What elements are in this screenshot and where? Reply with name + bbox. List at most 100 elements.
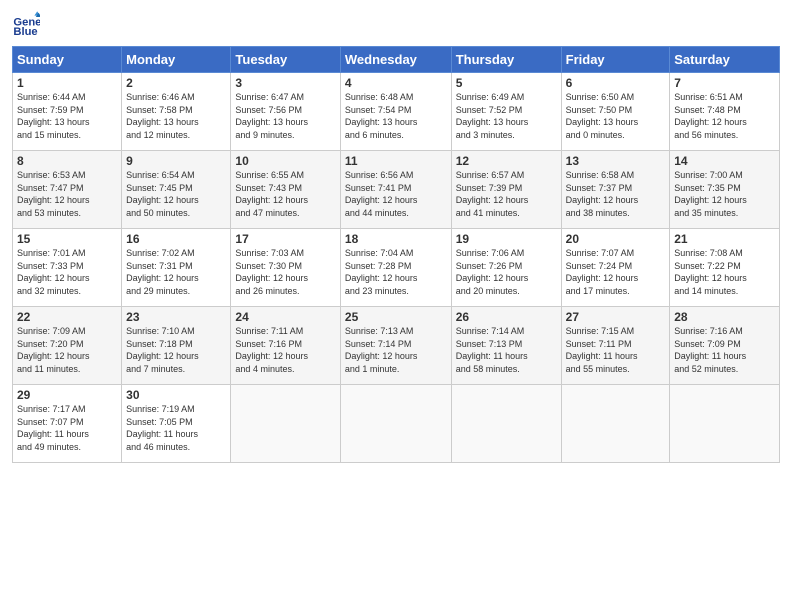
col-header-monday: Monday — [122, 47, 231, 73]
day-info: Sunrise: 7:00 AM Sunset: 7:35 PM Dayligh… — [674, 169, 775, 219]
col-header-wednesday: Wednesday — [340, 47, 451, 73]
day-cell: 26Sunrise: 7:14 AM Sunset: 7:13 PM Dayli… — [451, 307, 561, 385]
svg-text:Blue: Blue — [13, 26, 37, 38]
day-info: Sunrise: 7:04 AM Sunset: 7:28 PM Dayligh… — [345, 247, 447, 297]
day-number: 26 — [456, 310, 557, 324]
day-info: Sunrise: 7:19 AM Sunset: 7:05 PM Dayligh… — [126, 403, 226, 453]
logo: General Blue — [12, 10, 43, 38]
day-info: Sunrise: 6:49 AM Sunset: 7:52 PM Dayligh… — [456, 91, 557, 141]
day-number: 18 — [345, 232, 447, 246]
logo-icon: General Blue — [12, 10, 40, 38]
day-cell: 27Sunrise: 7:15 AM Sunset: 7:11 PM Dayli… — [561, 307, 670, 385]
day-info: Sunrise: 7:13 AM Sunset: 7:14 PM Dayligh… — [345, 325, 447, 375]
day-info: Sunrise: 7:11 AM Sunset: 7:16 PM Dayligh… — [235, 325, 335, 375]
day-number: 4 — [345, 76, 447, 90]
day-info: Sunrise: 6:58 AM Sunset: 7:37 PM Dayligh… — [566, 169, 666, 219]
day-cell: 1Sunrise: 6:44 AM Sunset: 7:59 PM Daylig… — [13, 73, 122, 151]
day-cell: 9Sunrise: 6:54 AM Sunset: 7:45 PM Daylig… — [122, 151, 231, 229]
day-cell — [340, 385, 451, 463]
week-row-2: 8Sunrise: 6:53 AM Sunset: 7:47 PM Daylig… — [13, 151, 780, 229]
day-cell: 23Sunrise: 7:10 AM Sunset: 7:18 PM Dayli… — [122, 307, 231, 385]
day-info: Sunrise: 6:57 AM Sunset: 7:39 PM Dayligh… — [456, 169, 557, 219]
day-info: Sunrise: 7:17 AM Sunset: 7:07 PM Dayligh… — [17, 403, 117, 453]
day-number: 2 — [126, 76, 226, 90]
day-cell: 3Sunrise: 6:47 AM Sunset: 7:56 PM Daylig… — [231, 73, 340, 151]
day-cell: 17Sunrise: 7:03 AM Sunset: 7:30 PM Dayli… — [231, 229, 340, 307]
day-info: Sunrise: 6:50 AM Sunset: 7:50 PM Dayligh… — [566, 91, 666, 141]
day-number: 17 — [235, 232, 335, 246]
day-number: 12 — [456, 154, 557, 168]
day-number: 11 — [345, 154, 447, 168]
calendar-table: SundayMondayTuesdayWednesdayThursdayFrid… — [12, 46, 780, 463]
day-cell: 22Sunrise: 7:09 AM Sunset: 7:20 PM Dayli… — [13, 307, 122, 385]
day-info: Sunrise: 7:07 AM Sunset: 7:24 PM Dayligh… — [566, 247, 666, 297]
day-info: Sunrise: 7:06 AM Sunset: 7:26 PM Dayligh… — [456, 247, 557, 297]
day-number: 10 — [235, 154, 335, 168]
day-number: 1 — [17, 76, 117, 90]
day-cell: 20Sunrise: 7:07 AM Sunset: 7:24 PM Dayli… — [561, 229, 670, 307]
day-info: Sunrise: 7:09 AM Sunset: 7:20 PM Dayligh… — [17, 325, 117, 375]
col-header-tuesday: Tuesday — [231, 47, 340, 73]
day-cell: 10Sunrise: 6:55 AM Sunset: 7:43 PM Dayli… — [231, 151, 340, 229]
day-number: 7 — [674, 76, 775, 90]
day-number: 28 — [674, 310, 775, 324]
day-cell: 21Sunrise: 7:08 AM Sunset: 7:22 PM Dayli… — [670, 229, 780, 307]
col-header-friday: Friday — [561, 47, 670, 73]
day-cell — [451, 385, 561, 463]
day-number: 22 — [17, 310, 117, 324]
day-cell: 5Sunrise: 6:49 AM Sunset: 7:52 PM Daylig… — [451, 73, 561, 151]
day-number: 25 — [345, 310, 447, 324]
day-number: 14 — [674, 154, 775, 168]
day-info: Sunrise: 7:01 AM Sunset: 7:33 PM Dayligh… — [17, 247, 117, 297]
day-cell: 30Sunrise: 7:19 AM Sunset: 7:05 PM Dayli… — [122, 385, 231, 463]
day-cell — [670, 385, 780, 463]
day-number: 30 — [126, 388, 226, 402]
calendar-container: General Blue SundayMondayTuesdayWednesda… — [0, 0, 792, 612]
day-cell: 6Sunrise: 6:50 AM Sunset: 7:50 PM Daylig… — [561, 73, 670, 151]
day-cell: 7Sunrise: 6:51 AM Sunset: 7:48 PM Daylig… — [670, 73, 780, 151]
day-cell — [561, 385, 670, 463]
day-number: 20 — [566, 232, 666, 246]
day-info: Sunrise: 6:48 AM Sunset: 7:54 PM Dayligh… — [345, 91, 447, 141]
day-number: 6 — [566, 76, 666, 90]
col-header-sunday: Sunday — [13, 47, 122, 73]
day-cell: 18Sunrise: 7:04 AM Sunset: 7:28 PM Dayli… — [340, 229, 451, 307]
day-cell: 11Sunrise: 6:56 AM Sunset: 7:41 PM Dayli… — [340, 151, 451, 229]
day-info: Sunrise: 6:51 AM Sunset: 7:48 PM Dayligh… — [674, 91, 775, 141]
day-number: 29 — [17, 388, 117, 402]
col-header-thursday: Thursday — [451, 47, 561, 73]
day-info: Sunrise: 7:02 AM Sunset: 7:31 PM Dayligh… — [126, 247, 226, 297]
week-row-1: 1Sunrise: 6:44 AM Sunset: 7:59 PM Daylig… — [13, 73, 780, 151]
day-number: 27 — [566, 310, 666, 324]
day-cell: 12Sunrise: 6:57 AM Sunset: 7:39 PM Dayli… — [451, 151, 561, 229]
day-number: 19 — [456, 232, 557, 246]
day-number: 3 — [235, 76, 335, 90]
day-info: Sunrise: 6:44 AM Sunset: 7:59 PM Dayligh… — [17, 91, 117, 141]
day-info: Sunrise: 7:08 AM Sunset: 7:22 PM Dayligh… — [674, 247, 775, 297]
day-info: Sunrise: 6:56 AM Sunset: 7:41 PM Dayligh… — [345, 169, 447, 219]
day-cell: 24Sunrise: 7:11 AM Sunset: 7:16 PM Dayli… — [231, 307, 340, 385]
day-cell: 14Sunrise: 7:00 AM Sunset: 7:35 PM Dayli… — [670, 151, 780, 229]
day-info: Sunrise: 6:55 AM Sunset: 7:43 PM Dayligh… — [235, 169, 335, 219]
week-row-5: 29Sunrise: 7:17 AM Sunset: 7:07 PM Dayli… — [13, 385, 780, 463]
day-info: Sunrise: 6:46 AM Sunset: 7:58 PM Dayligh… — [126, 91, 226, 141]
day-cell: 8Sunrise: 6:53 AM Sunset: 7:47 PM Daylig… — [13, 151, 122, 229]
day-cell: 2Sunrise: 6:46 AM Sunset: 7:58 PM Daylig… — [122, 73, 231, 151]
day-info: Sunrise: 7:14 AM Sunset: 7:13 PM Dayligh… — [456, 325, 557, 375]
day-number: 9 — [126, 154, 226, 168]
day-number: 5 — [456, 76, 557, 90]
day-number: 24 — [235, 310, 335, 324]
day-info: Sunrise: 7:16 AM Sunset: 7:09 PM Dayligh… — [674, 325, 775, 375]
day-cell: 4Sunrise: 6:48 AM Sunset: 7:54 PM Daylig… — [340, 73, 451, 151]
day-number: 13 — [566, 154, 666, 168]
column-headers: SundayMondayTuesdayWednesdayThursdayFrid… — [13, 47, 780, 73]
day-cell: 28Sunrise: 7:16 AM Sunset: 7:09 PM Dayli… — [670, 307, 780, 385]
day-cell: 25Sunrise: 7:13 AM Sunset: 7:14 PM Dayli… — [340, 307, 451, 385]
col-header-saturday: Saturday — [670, 47, 780, 73]
header: General Blue — [12, 10, 780, 38]
day-number: 8 — [17, 154, 117, 168]
day-info: Sunrise: 7:10 AM Sunset: 7:18 PM Dayligh… — [126, 325, 226, 375]
day-info: Sunrise: 6:47 AM Sunset: 7:56 PM Dayligh… — [235, 91, 335, 141]
week-row-4: 22Sunrise: 7:09 AM Sunset: 7:20 PM Dayli… — [13, 307, 780, 385]
day-cell: 29Sunrise: 7:17 AM Sunset: 7:07 PM Dayli… — [13, 385, 122, 463]
